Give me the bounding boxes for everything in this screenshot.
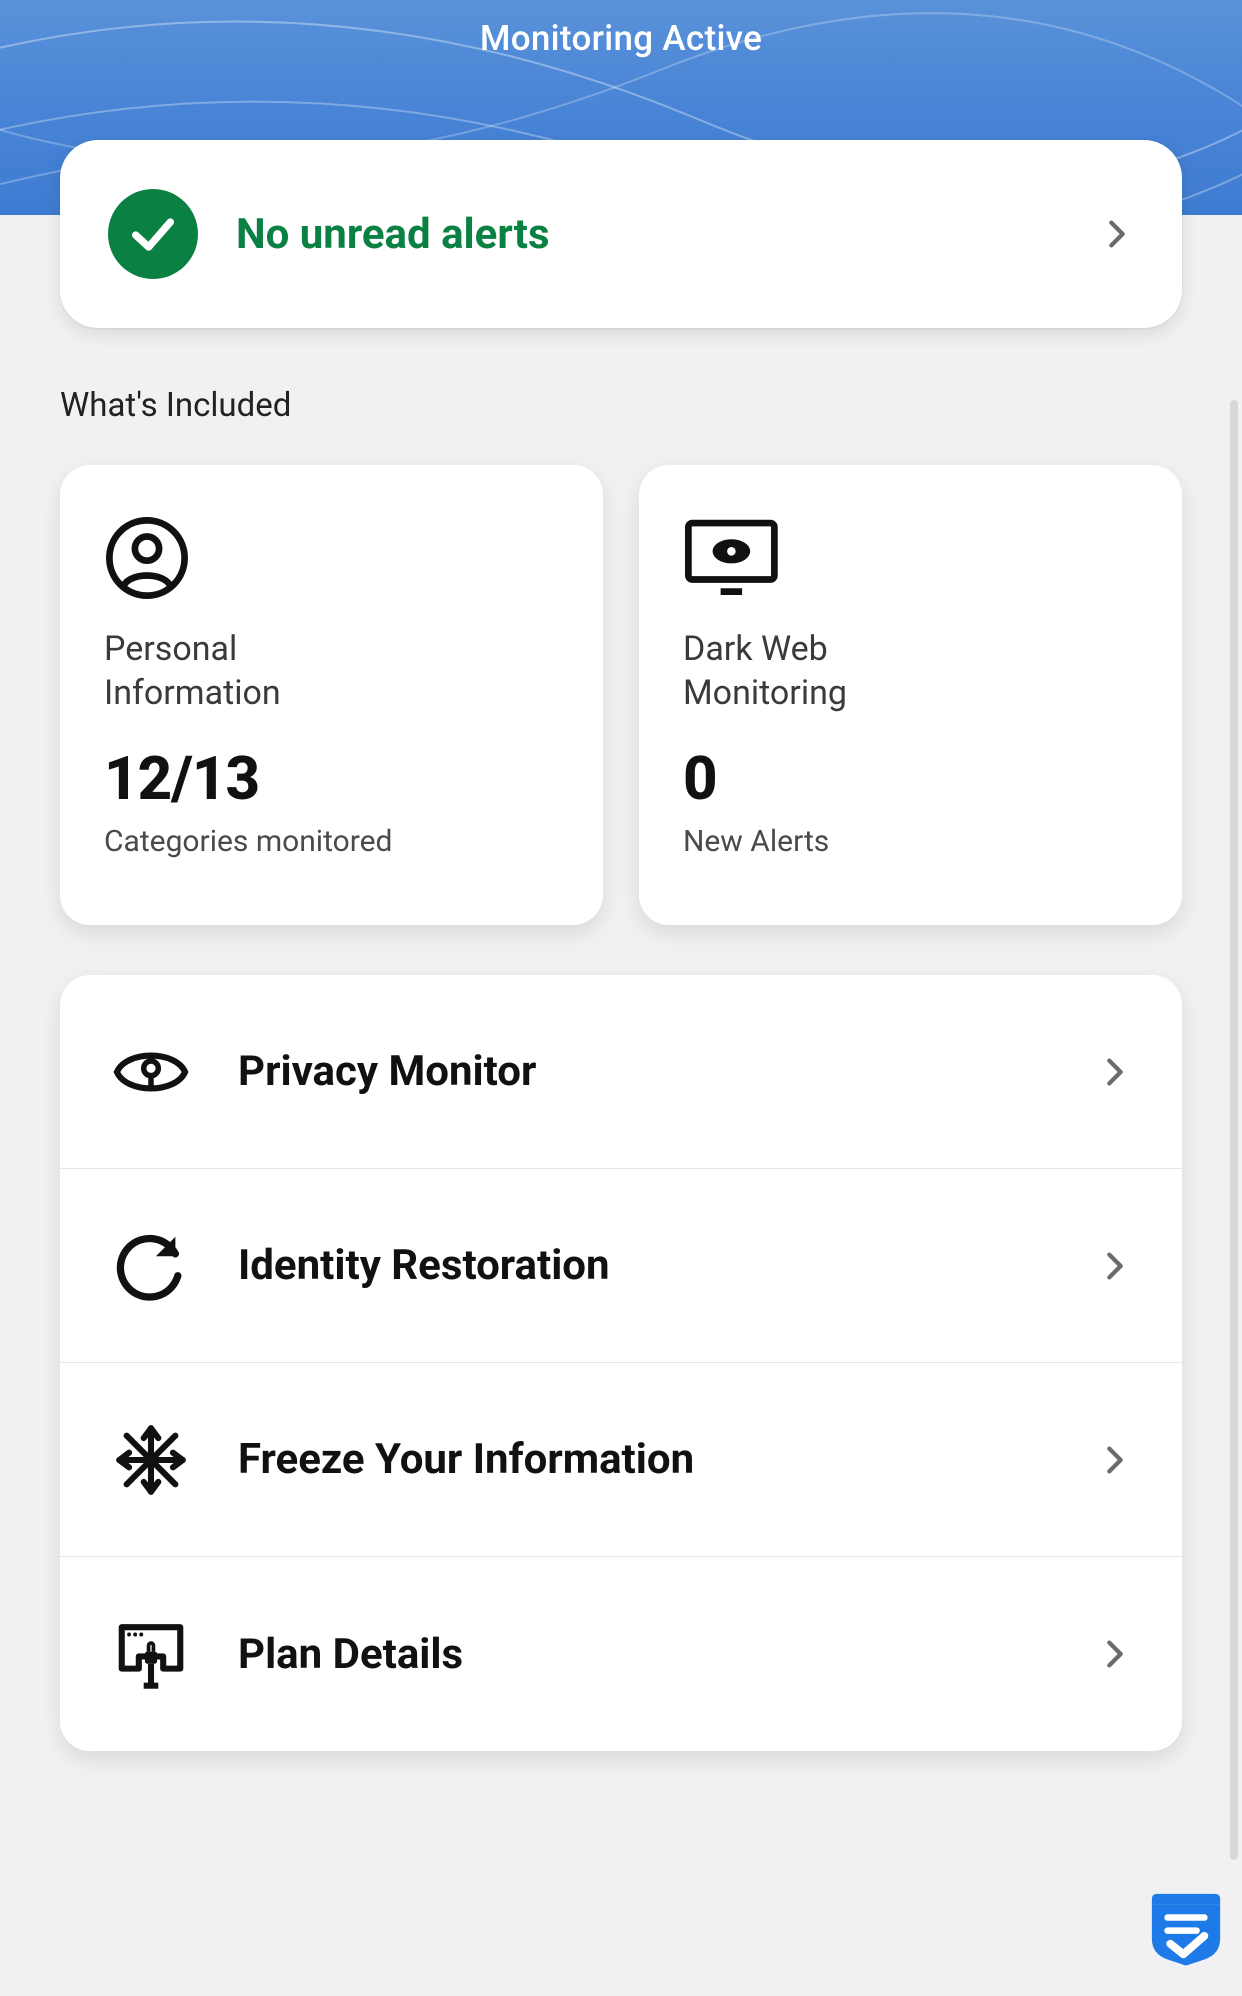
personal-information-card[interactable]: Personal Information 12/13 Categories mo… (60, 465, 603, 925)
person-circle-icon (104, 515, 559, 601)
monitor-eye-icon (683, 515, 1138, 601)
darkweb-card-label: Dark Web Monitoring (683, 627, 1138, 715)
row-label: Identity Restoration (238, 1241, 1098, 1290)
chevron-right-icon (1100, 217, 1134, 251)
personal-card-sublabel: Categories monitored (104, 824, 559, 859)
identity-restoration-row[interactable]: Identity Restoration (60, 1169, 1182, 1363)
privacy-monitor-row[interactable]: Privacy Monitor (60, 975, 1182, 1169)
chevron-right-icon (1098, 1637, 1132, 1671)
header-title: Monitoring Active (0, 18, 1242, 59)
snowflake-icon (110, 1419, 192, 1501)
row-label: Freeze Your Information (238, 1435, 1098, 1484)
personal-card-label: Personal Information (104, 627, 559, 715)
dark-web-card[interactable]: Dark Web Monitoring 0 New Alerts (639, 465, 1182, 925)
support-chat-button[interactable] (1144, 1886, 1228, 1970)
row-label: Plan Details (238, 1630, 1098, 1679)
features-list: Privacy Monitor Identity Restoration (60, 975, 1182, 1751)
alerts-card[interactable]: No unread alerts (60, 140, 1182, 328)
scrollbar[interactable] (1230, 400, 1238, 1860)
checkmark-badge-icon (108, 189, 198, 279)
plan-icon (110, 1613, 192, 1695)
eye-key-icon (110, 1031, 192, 1113)
alerts-text: No unread alerts (236, 210, 1100, 259)
freeze-information-row[interactable]: Freeze Your Information (60, 1363, 1182, 1557)
chevron-right-icon (1098, 1055, 1132, 1089)
refresh-icon (110, 1225, 192, 1307)
personal-card-value: 12/13 (104, 743, 559, 814)
chevron-right-icon (1098, 1249, 1132, 1283)
chevron-right-icon (1098, 1443, 1132, 1477)
darkweb-card-sublabel: New Alerts (683, 824, 1138, 859)
stat-cards-row: Personal Information 12/13 Categories mo… (60, 465, 1182, 925)
row-label: Privacy Monitor (238, 1047, 1098, 1096)
section-heading: What's Included (60, 386, 291, 425)
plan-details-row[interactable]: Plan Details (60, 1557, 1182, 1751)
darkweb-card-value: 0 (683, 743, 1138, 814)
